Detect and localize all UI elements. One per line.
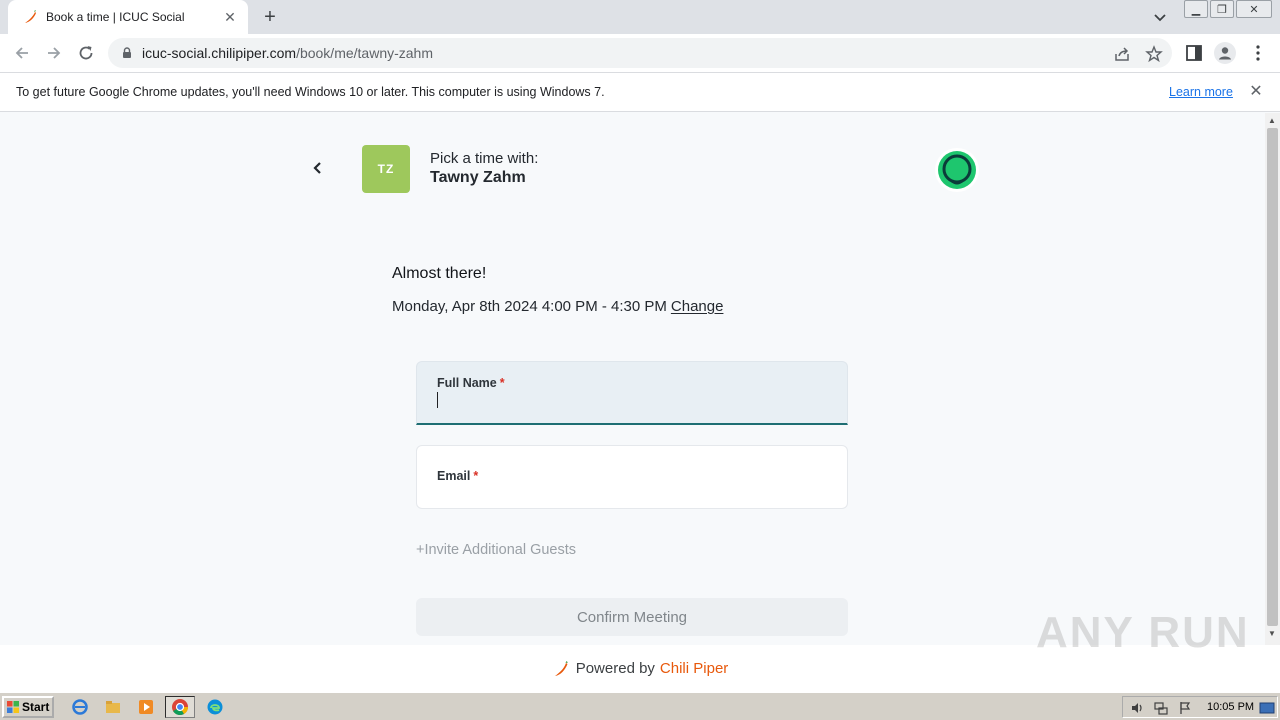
lock-icon bbox=[123, 47, 131, 58]
internet-explorer-icon[interactable] bbox=[69, 697, 91, 717]
url-text: icuc-social.chilipiper.com/book/me/tawny… bbox=[142, 45, 433, 61]
chevron-left-icon[interactable] bbox=[310, 158, 326, 178]
tab-strip: Book a time | ICUC Social ✕ + ▁ ❐ ✕ bbox=[0, 0, 1280, 34]
email-field[interactable]: Email * bbox=[416, 445, 848, 509]
booking-page: TZ Pick a time with: Tawny Zahm Almost t… bbox=[0, 113, 1265, 645]
almost-there-heading: Almost there! bbox=[392, 265, 487, 282]
file-explorer-icon[interactable] bbox=[102, 697, 124, 717]
required-mark: * bbox=[473, 469, 479, 483]
browser-tab[interactable]: Book a time | ICUC Social ✕ bbox=[8, 0, 248, 34]
reload-icon[interactable] bbox=[75, 42, 97, 64]
new-tab-icon[interactable]: + bbox=[258, 5, 282, 29]
windows-taskbar: Start 10:05 PM bbox=[0, 692, 1280, 720]
host-avatar: TZ bbox=[362, 145, 410, 193]
side-panel-icon[interactable] bbox=[1183, 42, 1205, 64]
minimize-icon[interactable]: ▁ bbox=[1184, 0, 1208, 18]
chili-pepper-icon bbox=[554, 660, 568, 676]
system-tray: 10:05 PM bbox=[1122, 696, 1278, 718]
kebab-menu-icon[interactable] bbox=[1247, 42, 1269, 64]
email-label-text: Email bbox=[437, 469, 471, 483]
network-icon[interactable] bbox=[1153, 700, 1169, 716]
start-button[interactable]: Start bbox=[2, 696, 54, 718]
forward-arrow-icon[interactable] bbox=[43, 42, 65, 64]
selected-slot: Monday, Apr 8th 2024 4:00 PM - 4:30 PM Ch… bbox=[392, 298, 723, 315]
scroll-thumb[interactable] bbox=[1267, 128, 1278, 626]
scroll-down-icon[interactable]: ▼ bbox=[1268, 629, 1276, 638]
edge-icon[interactable] bbox=[204, 697, 226, 717]
chili-pepper-icon bbox=[25, 10, 36, 23]
restore-icon[interactable]: ❐ bbox=[1210, 0, 1234, 18]
learn-more-link[interactable]: Learn more bbox=[1169, 85, 1233, 99]
windows-logo-icon bbox=[7, 701, 19, 713]
confirm-meeting-button[interactable]: Confirm Meeting bbox=[416, 598, 848, 636]
infobar-message: To get future Google Chrome updates, you… bbox=[16, 85, 605, 99]
start-label: Start bbox=[22, 700, 50, 714]
address-bar[interactable]: icuc-social.chilipiper.com/book/me/tawny… bbox=[108, 38, 1172, 68]
chili-piper-brand: Chili Piper bbox=[659, 660, 729, 677]
change-slot-link[interactable]: Change bbox=[671, 298, 724, 315]
company-logo-icon bbox=[935, 148, 979, 192]
required-mark: * bbox=[499, 376, 505, 390]
email-label: Email * bbox=[437, 469, 827, 483]
close-window-icon[interactable]: ✕ bbox=[1236, 0, 1272, 18]
volume-icon[interactable] bbox=[1129, 700, 1145, 716]
slot-text: Monday, Apr 8th 2024 4:00 PM - 4:30 PM bbox=[392, 298, 667, 315]
window-controls: ▁ ❐ ✕ bbox=[1182, 0, 1272, 20]
powered-by[interactable]: Powered by Chili Piper bbox=[552, 660, 729, 678]
media-player-icon[interactable] bbox=[135, 697, 157, 717]
tab-title: Book a time | ICUC Social bbox=[46, 10, 185, 24]
close-tab-icon[interactable]: ✕ bbox=[222, 9, 238, 25]
page-scrollbar[interactable]: ▲ ▼ bbox=[1265, 113, 1280, 645]
action-center-flag-icon[interactable] bbox=[1177, 700, 1193, 716]
bookmark-star-icon[interactable] bbox=[1145, 45, 1163, 63]
full-name-label-text: Full Name bbox=[437, 376, 497, 390]
profile-avatar-icon[interactable] bbox=[1214, 42, 1236, 64]
update-infobar: To get future Google Chrome updates, you… bbox=[0, 72, 1280, 112]
host-name: Tawny Zahm bbox=[430, 169, 526, 186]
close-infobar-icon[interactable]: ✕ bbox=[1248, 84, 1264, 100]
url-host: icuc-social.chilipiper.com bbox=[142, 45, 297, 61]
full-name-label: Full Name * bbox=[437, 376, 827, 390]
taskbar-clock[interactable]: 10:05 PM bbox=[1207, 701, 1254, 713]
browser-toolbar: icuc-social.chilipiper.com/book/me/tawny… bbox=[0, 34, 1280, 72]
watermark: ANY RUN bbox=[1036, 608, 1250, 657]
pick-time-label: Pick a time with: bbox=[430, 150, 539, 167]
show-desktop-icon[interactable] bbox=[1259, 700, 1275, 716]
powered-by-text: Powered by bbox=[575, 660, 655, 677]
invite-guests-link[interactable]: +Invite Additional Guests bbox=[416, 542, 576, 558]
chrome-icon[interactable] bbox=[165, 696, 195, 718]
text-caret bbox=[437, 392, 438, 408]
share-icon[interactable] bbox=[1113, 45, 1131, 63]
chevron-down-icon[interactable] bbox=[1150, 7, 1170, 27]
url-path: /book/me/tawny-zahm bbox=[296, 45, 434, 61]
scroll-up-icon[interactable]: ▲ bbox=[1268, 116, 1276, 125]
back-arrow-icon[interactable] bbox=[11, 42, 33, 64]
full-name-field[interactable]: Full Name * bbox=[416, 361, 848, 425]
